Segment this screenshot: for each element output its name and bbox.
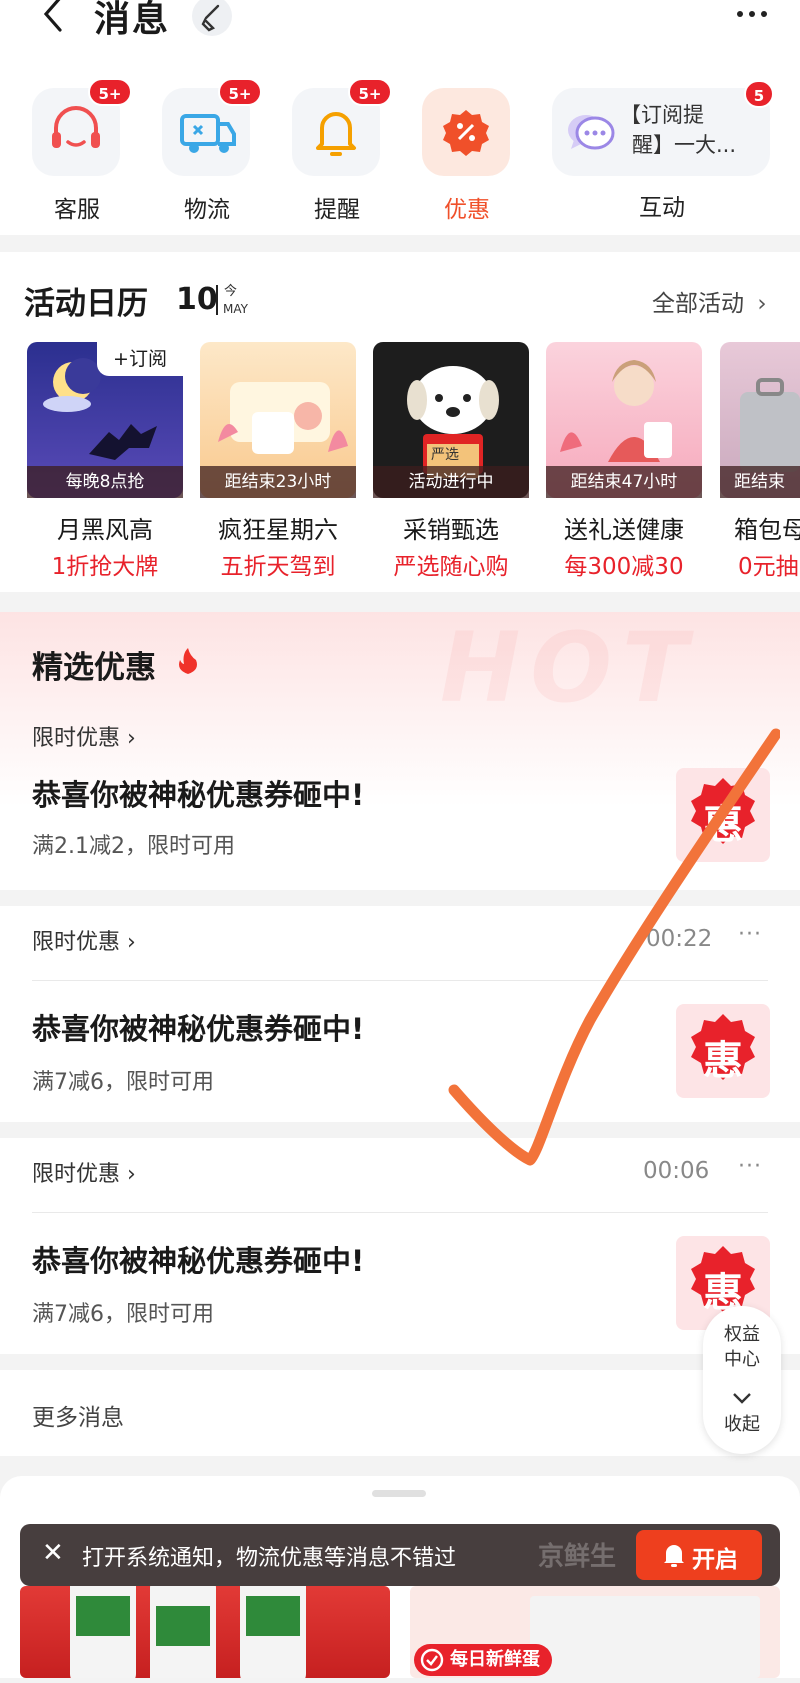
activity-promo: 0元抽 (738, 554, 799, 580)
chevron-right-icon: › (757, 291, 767, 317)
coupon-title: 恭喜你被神秘优惠券砸中! (32, 1012, 365, 1046)
coupon-category-link[interactable]: 限时优惠 › (32, 720, 136, 752)
egg-box (530, 1596, 760, 1678)
activity-caption: 距结束 (720, 466, 800, 498)
calendar-day: 10 (176, 282, 218, 317)
activity-caption: 活动进行中 (373, 466, 529, 498)
flame-icon (176, 646, 200, 676)
calendar-today: 今 (224, 284, 238, 299)
activity-name: 月黑风高 (57, 516, 153, 544)
chevron-right-icon: › (127, 726, 136, 751)
notification-text: 打开系统通知，物流优惠等消息不错过 (82, 1546, 457, 1571)
hot-watermark: HOT (440, 612, 698, 724)
egg-tag-label: 每日新鲜蛋 (450, 1649, 540, 1670)
unread-badge: 5+ (88, 78, 132, 106)
more-options-icon[interactable] (735, 0, 769, 30)
bell-icon (662, 1542, 686, 1568)
close-icon[interactable]: ✕ (42, 1538, 64, 1568)
coupon-category-label: 限时优惠 (32, 726, 121, 751)
brand-watermark: 京鲜生 (538, 1542, 617, 1572)
category-interaction-preview[interactable]: 【订阅提 醒】一大... (552, 88, 770, 176)
category-label: 优惠 (444, 197, 490, 223)
activity-promo: 每300减30 (564, 554, 684, 580)
page-title: 消息 (94, 0, 171, 40)
product-image-eggs[interactable]: 每日新鲜蛋 (410, 1586, 780, 1678)
egg-tag: 每日新鲜蛋 (414, 1644, 552, 1676)
unread-badge: 5+ (218, 78, 262, 106)
activity-name: 采销甄选 (403, 516, 499, 544)
all-activities-label: 全部活动 (652, 291, 744, 317)
back-arrow-icon[interactable] (38, 0, 68, 34)
enable-notifications-button[interactable]: 开启 (636, 1530, 762, 1580)
coupon-desc: 满2.1减2，限时可用 (32, 834, 235, 859)
activity-promo: 严选随心购 (393, 554, 509, 580)
activity-caption: 每晚8点抢 (27, 466, 183, 498)
activity-card[interactable]: 严选 活动进行中 采销甄选 严选随心购 (373, 342, 529, 587)
benefits-center-button[interactable]: 权益 中心 收起 (703, 1306, 781, 1454)
enable-label: 开启 (692, 1547, 738, 1573)
benefits-line: 权益 (724, 1324, 760, 1345)
collapse-label[interactable]: 收起 (703, 1410, 781, 1436)
drag-handle[interactable] (372, 1490, 426, 1497)
category-discount[interactable]: 优惠 (412, 48, 512, 223)
activity-card[interactable]: 距结束23小时 疯狂星期六 五折天驾到 (200, 342, 356, 587)
benefits-line: 中心 (724, 1349, 760, 1370)
coupon-desc: 满7减6，限时可用 (32, 1302, 214, 1327)
calendar-title: 活动日历 (24, 286, 148, 322)
category-label: 提醒 (314, 197, 360, 223)
activity-card[interactable]: +订阅 每晚8点抢 月黑风高 1折抢大牌 (27, 342, 183, 587)
preview-line: 【订阅提 (620, 103, 704, 127)
coupon-card[interactable]: 限时优惠 › 00:06 ··· 恭喜你被神秘优惠券砸中! 满7减6，限时可用 … (0, 1138, 800, 1354)
category-label: 物流 (184, 197, 230, 223)
more-messages-label: 更多消息 (32, 1405, 124, 1431)
activity-promo: 五折天驾到 (220, 554, 336, 580)
chat-icon (564, 106, 618, 160)
category-reminder[interactable]: 5+ 提醒 (282, 48, 392, 223)
benefits-label: 权益 中心 (703, 1322, 781, 1372)
activity-card[interactable]: 距结束 箱包母 0元抽 (720, 342, 800, 587)
coupon-category-label: 限时优惠 (32, 930, 121, 955)
calendar-month: MAY (223, 302, 248, 316)
check-circle-icon (420, 1648, 444, 1672)
unread-badge: 5+ (348, 78, 392, 106)
activity-card[interactable]: 距结束47小时 送礼送健康 每300减30 (546, 342, 702, 587)
chevron-right-icon: › (127, 930, 136, 955)
category-label: 客服 (54, 197, 100, 223)
box-label: 严选 (431, 447, 459, 463)
all-activities-link[interactable]: 全部活动 › (652, 284, 767, 318)
unread-badge: 5 (744, 80, 774, 108)
activity-caption: 距结束23小时 (200, 466, 356, 498)
product-image-supplement[interactable] (20, 1566, 390, 1683)
chevron-down-icon (731, 1390, 753, 1404)
activity-name: 疯狂星期六 (218, 516, 338, 544)
featured-title: 精选优惠 (32, 650, 156, 686)
check-mark-annotation (440, 720, 782, 1170)
coupon-category-link[interactable]: 限时优惠 › (32, 924, 136, 956)
activity-name: 送礼送健康 (564, 516, 684, 544)
coupon-category-label: 限时优惠 (32, 1162, 121, 1187)
subscribe-tag[interactable]: +订阅 (97, 342, 183, 376)
divider (32, 1212, 768, 1213)
category-customer-service[interactable]: 5+ 客服 (22, 48, 132, 223)
activity-caption: 距结束47小时 (546, 466, 702, 498)
more-messages-row[interactable]: 更多消息 (0, 1370, 800, 1456)
coupon-title: 恭喜你被神秘优惠券砸中! (32, 778, 365, 812)
preview-line: 醒】一大... (632, 133, 737, 157)
category-logistics[interactable]: 5+ 物流 (152, 48, 262, 223)
chevron-right-icon: › (127, 1162, 136, 1187)
discount-icon (422, 88, 510, 176)
coupon-category-link[interactable]: 限时优惠 › (32, 1156, 136, 1188)
activity-name: 箱包母 (734, 516, 800, 544)
activity-promo: 1折抢大牌 (51, 554, 159, 580)
coupon-desc: 满7减6，限时可用 (32, 1070, 214, 1095)
interaction-preview-text: 【订阅提 醒】一大... (620, 100, 765, 160)
coupon-title: 恭喜你被神秘优惠券砸中! (32, 1244, 365, 1278)
category-label: 互动 (639, 195, 685, 221)
broom-icon[interactable] (192, 0, 232, 36)
calendar-divider (216, 285, 218, 315)
